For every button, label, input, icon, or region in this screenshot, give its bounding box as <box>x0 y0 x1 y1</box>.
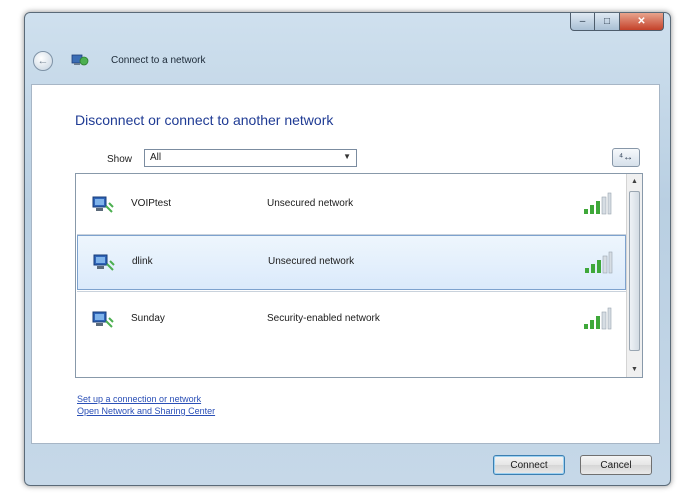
network-globe-icon <box>71 54 89 66</box>
list-divider <box>77 291 626 292</box>
wireless-network-icon <box>93 254 115 271</box>
caption-buttons: – □ ✕ <box>570 13 664 32</box>
dialog-footer: Connect Cancel <box>31 444 660 480</box>
maximize-button[interactable]: □ <box>595 13 620 31</box>
scroll-down-icon[interactable]: ▼ <box>627 362 642 377</box>
back-button[interactable]: ← <box>33 51 53 71</box>
network-name: Sunday <box>131 313 165 324</box>
chevron-down-icon: ▼ <box>343 152 351 161</box>
wireless-network-icon <box>92 196 114 213</box>
show-filter-value: All <box>150 152 162 163</box>
show-filter-select[interactable]: All ▼ <box>144 149 357 167</box>
setup-connection-link[interactable]: Set up a connection or network <box>77 394 201 404</box>
network-row-voiptest[interactable]: VOIPtest Unsecured network <box>77 179 626 231</box>
connect-button[interactable]: Connect <box>493 455 565 475</box>
dialog-content: Disconnect or connect to another network… <box>31 84 660 444</box>
connect-to-network-window: – □ ✕ ← Connect to a network Disconnect … <box>24 12 671 486</box>
wireless-network-icon <box>92 311 114 328</box>
scroll-up-icon[interactable]: ▲ <box>627 174 642 189</box>
refresh-button[interactable]: ⁴↔ <box>612 148 640 167</box>
network-sharing-center-link[interactable]: Open Network and Sharing Center <box>77 406 215 416</box>
signal-bars-icon <box>585 251 613 274</box>
page-heading: Disconnect or connect to another network <box>75 112 334 128</box>
network-list: VOIPtest Unsecured network dlink Unsecur… <box>75 173 643 378</box>
signal-bars-icon <box>584 307 612 330</box>
close-button[interactable]: ✕ <box>620 13 664 31</box>
window-title: Connect to a network <box>111 55 206 66</box>
scrollbar-thumb[interactable] <box>629 191 640 351</box>
show-label: Show <box>107 154 133 165</box>
network-security: Unsecured network <box>267 198 354 209</box>
network-name: dlink <box>132 256 153 267</box>
refresh-icon: ⁴↔ <box>618 152 634 163</box>
signal-bars-icon <box>584 192 612 215</box>
network-row-dlink[interactable]: dlink Unsecured network <box>77 235 626 290</box>
network-security: Security-enabled network <box>267 313 380 324</box>
cancel-button[interactable]: Cancel <box>580 455 652 475</box>
network-list-scrollbar[interactable]: ▲ ▼ <box>626 174 642 377</box>
network-row-sunday[interactable]: Sunday Security-enabled network <box>77 294 626 346</box>
network-security: Unsecured network <box>268 256 355 267</box>
minimize-button[interactable]: – <box>570 13 595 31</box>
network-name: VOIPtest <box>131 198 172 209</box>
